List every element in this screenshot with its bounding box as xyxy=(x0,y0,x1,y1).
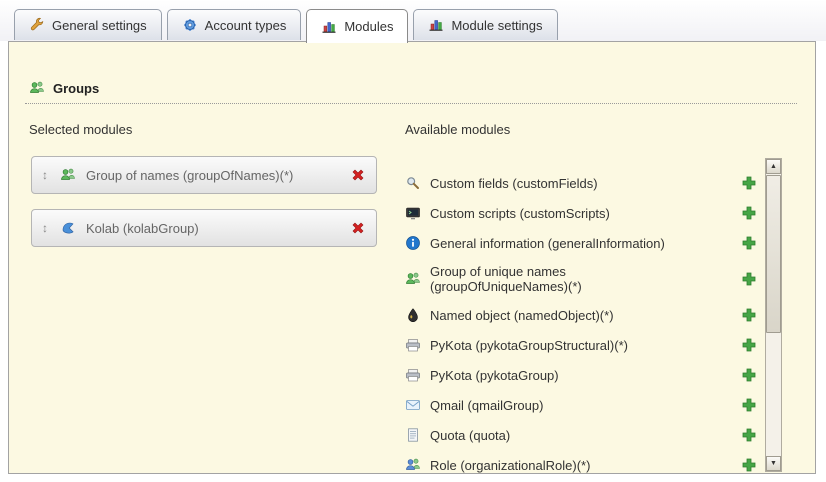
available-module-row: Quota (quota) xyxy=(405,420,757,450)
selected-modules-heading: Selected modules xyxy=(29,122,132,137)
tab-account-types[interactable]: Account types xyxy=(167,9,302,40)
chart-icon xyxy=(321,19,337,35)
custom-fields-icon xyxy=(405,175,421,191)
tab-label: Account types xyxy=(205,18,287,33)
available-module-label: Named object (namedObject)(*) xyxy=(430,308,614,323)
remove-module-button[interactable] xyxy=(350,220,366,236)
available-module-label: Qmail (qmailGroup) xyxy=(430,398,543,413)
available-module-row: Group of unique names (groupOfUniqueName… xyxy=(405,258,757,300)
add-module-button[interactable] xyxy=(741,307,757,323)
add-module-button[interactable] xyxy=(741,337,757,353)
info-icon xyxy=(405,235,421,251)
selected-module-label: Group of names (groupOfNames)(*) xyxy=(86,168,293,183)
role-icon xyxy=(405,457,421,473)
available-module-label: PyKota (pykotaGroupStructural)(*) xyxy=(430,338,628,353)
custom-scripts-icon xyxy=(405,205,421,221)
tab-label: Module settings xyxy=(451,18,542,33)
modules-panel: Groups Selected modules Available module… xyxy=(8,41,816,474)
tab-label: General settings xyxy=(52,18,147,33)
section-title: Groups xyxy=(53,81,99,96)
scroll-up-button[interactable]: ▲ xyxy=(766,159,781,174)
available-module-row: PyKota (pykotaGroupStructural)(*) xyxy=(405,330,757,360)
drag-handle-icon[interactable]: ↕ xyxy=(40,221,50,235)
add-module-button[interactable] xyxy=(741,205,757,221)
lam-configuration-page: General settings Account types Modules M… xyxy=(0,0,826,482)
add-module-button[interactable] xyxy=(741,397,757,413)
available-module-label: Custom fields (customFields) xyxy=(430,176,598,191)
selected-modules-list: ↕ Group of names (groupOfNames)(*) ↕ Kol… xyxy=(31,156,377,247)
tab-modules[interactable]: Modules xyxy=(306,9,408,43)
add-module-button[interactable] xyxy=(741,367,757,383)
group-icon xyxy=(60,167,76,183)
scrollbar-thumb[interactable] xyxy=(766,175,781,333)
available-module-row: General information (generalInformation) xyxy=(405,228,757,258)
tab-label: Modules xyxy=(344,19,393,34)
printer-icon xyxy=(405,337,421,353)
add-module-button[interactable] xyxy=(741,457,757,473)
group-icon xyxy=(405,271,421,287)
available-module-row: Role (organizationalRole)(*) xyxy=(405,450,757,474)
section-divider xyxy=(25,103,797,104)
groups-icon xyxy=(29,80,45,96)
gear-icon xyxy=(182,17,198,33)
remove-module-button[interactable] xyxy=(350,167,366,183)
kolab-icon xyxy=(60,220,76,236)
add-module-button[interactable] xyxy=(741,235,757,251)
available-module-label: Custom scripts (customScripts) xyxy=(430,206,610,221)
scroll-down-button[interactable]: ▼ xyxy=(766,456,781,471)
add-module-button[interactable] xyxy=(741,175,757,191)
available-modules-scrollbar[interactable]: ▲ ▼ xyxy=(765,158,782,472)
tab-module-settings[interactable]: Module settings xyxy=(413,9,557,40)
available-module-row: Custom scripts (customScripts) xyxy=(405,198,757,228)
available-modules-list: Custom fields (customFields) Custom scri… xyxy=(405,168,757,474)
available-module-label: General information (generalInformation) xyxy=(430,236,665,251)
selected-module-row: ↕ Group of names (groupOfNames)(*) xyxy=(31,156,377,194)
wrench-icon xyxy=(29,17,45,33)
printer-icon xyxy=(405,367,421,383)
tab-general-settings[interactable]: General settings xyxy=(14,9,162,40)
named-object-icon xyxy=(405,307,421,323)
chart-icon xyxy=(428,17,444,33)
drag-handle-icon[interactable]: ↕ xyxy=(40,168,50,182)
available-module-row: Qmail (qmailGroup) xyxy=(405,390,757,420)
available-module-label: Quota (quota) xyxy=(430,428,510,443)
selected-module-label: Kolab (kolabGroup) xyxy=(86,221,199,236)
available-module-label: PyKota (pykotaGroup) xyxy=(430,368,559,383)
add-module-button[interactable] xyxy=(741,271,757,287)
scroll-down-icon: ▼ xyxy=(770,460,777,467)
available-module-row: Custom fields (customFields) xyxy=(405,168,757,198)
available-module-label: Role (organizationalRole)(*) xyxy=(430,458,590,473)
mail-icon xyxy=(405,397,421,413)
add-module-button[interactable] xyxy=(741,427,757,443)
selected-module-row: ↕ Kolab (kolabGroup) xyxy=(31,209,377,247)
available-module-row: PyKota (pykotaGroup) xyxy=(405,360,757,390)
tab-bar: General settings Account types Modules M… xyxy=(14,9,558,43)
available-module-row: Named object (namedObject)(*) xyxy=(405,300,757,330)
quota-icon xyxy=(405,427,421,443)
available-modules-heading: Available modules xyxy=(405,122,510,137)
available-module-label: Group of unique names (groupOfUniqueName… xyxy=(430,264,680,294)
scroll-up-icon: ▲ xyxy=(770,163,777,170)
section-header: Groups xyxy=(29,80,99,96)
